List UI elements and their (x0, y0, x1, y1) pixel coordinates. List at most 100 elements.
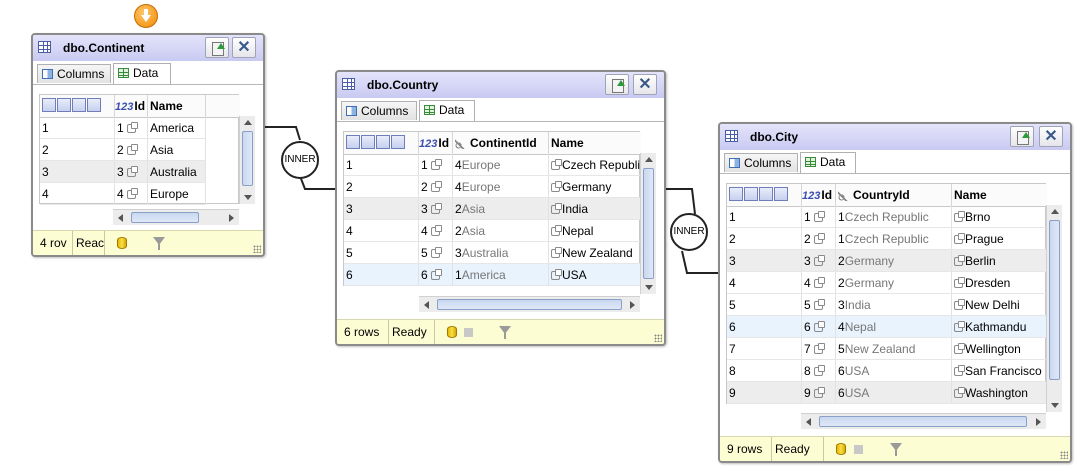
select-icon[interactable] (729, 187, 743, 201)
tab-data[interactable]: Data (419, 100, 475, 121)
horizontal-scrollbar[interactable] (419, 296, 640, 312)
city-header[interactable]: dbo.City ✕ (720, 124, 1070, 150)
tab-columns[interactable]: Columns (341, 101, 417, 120)
continent-query-table[interactable]: dbo.Continent ✕ Columns Data 123Id Name … (31, 33, 265, 257)
join-country-city[interactable]: INNER (670, 213, 708, 251)
scroll-down-icon[interactable] (645, 285, 653, 290)
scrollbar-thumb[interactable] (131, 212, 199, 223)
resize-grip[interactable] (654, 334, 662, 342)
database-icon[interactable] (117, 237, 127, 249)
scrollbar-thumb[interactable] (643, 168, 654, 279)
table-row[interactable]: 2 2 Asia (40, 139, 206, 161)
scroll-up-icon[interactable] (244, 120, 252, 125)
refresh-button[interactable] (1010, 126, 1034, 147)
scroll-right-icon[interactable] (630, 301, 635, 309)
scroll-left-icon[interactable] (424, 301, 429, 309)
close-button[interactable]: ✕ (633, 74, 657, 95)
sort-icon[interactable] (376, 135, 390, 149)
table-row[interactable]: 8 8 6USA San Francisco (727, 360, 1047, 382)
tab-data[interactable]: Data (113, 63, 171, 84)
arrow-down-icon[interactable] (134, 4, 158, 28)
grid-toolbar[interactable] (344, 132, 419, 154)
grid-toolbar[interactable] (727, 184, 802, 206)
table-row[interactable]: 2 2 4Europe Germany (344, 176, 641, 198)
join-continent-country[interactable]: INNER (281, 141, 319, 179)
scrollbar-thumb[interactable] (437, 299, 622, 310)
filter-icon[interactable] (153, 237, 165, 250)
vertical-scrollbar[interactable] (640, 153, 656, 294)
refresh-button[interactable] (605, 74, 629, 95)
table-row[interactable]: 4 4 2Asia Nepal (344, 220, 641, 242)
columns-fit-icon[interactable] (744, 187, 758, 201)
database-icon[interactable] (836, 443, 846, 455)
continent-grid[interactable]: 123Id Name 1 1 America 2 2 Asia 3 3 Aust… (39, 94, 240, 205)
vertical-scrollbar[interactable] (239, 116, 255, 204)
table-row[interactable]: 5 5 3Australia New Zealand (344, 242, 641, 264)
table-row[interactable]: 7 7 5New Zealand Wellington (727, 338, 1047, 360)
country-grid[interactable]: 123Id ContinentId Name 1 1 4Europe Czech… (343, 131, 641, 286)
table-row[interactable]: 1 1 America (40, 117, 206, 139)
grid-toolbar[interactable] (40, 95, 115, 117)
scroll-up-icon[interactable] (1051, 209, 1059, 214)
edit-icon[interactable] (774, 187, 788, 201)
table-row[interactable]: 9 9 6USA Washington (727, 382, 1047, 404)
scroll-left-icon[interactable] (118, 214, 123, 222)
table-row[interactable]: 1 1 1Czech Republic Brno (727, 206, 1047, 228)
table-row[interactable]: 3 3 Australia (40, 161, 206, 183)
edit-icon[interactable] (391, 135, 405, 149)
column-header-name[interactable]: Name (148, 95, 206, 117)
column-header-continentid[interactable]: ContinentId (453, 132, 549, 154)
scroll-down-icon[interactable] (1051, 403, 1059, 408)
table-row[interactable]: 1 1 4Europe Czech Republic (344, 154, 641, 176)
continent-header[interactable]: dbo.Continent ✕ (33, 35, 263, 61)
table-row[interactable]: 3 3 2Germany Berlin (727, 250, 1047, 272)
table-row[interactable]: 2 2 1Czech Republic Prague (727, 228, 1047, 250)
close-button[interactable]: ✕ (1039, 126, 1063, 147)
column-header-countryid[interactable]: CountryId (836, 184, 952, 206)
filter-icon[interactable] (890, 443, 902, 456)
column-header-name[interactable]: Name (549, 132, 641, 154)
column-header-name[interactable]: Name (952, 184, 1047, 206)
stop-icon[interactable] (854, 445, 863, 454)
scroll-down-icon[interactable] (244, 195, 252, 200)
table-row[interactable]: 6 6 1America USA (344, 264, 641, 286)
country-header[interactable]: dbo.Country ✕ (337, 72, 664, 98)
table-row[interactable]: 4 4 Europe (40, 183, 206, 205)
scrollbar-thumb[interactable] (242, 131, 253, 186)
column-header-id[interactable]: 123Id (115, 95, 148, 117)
tab-columns[interactable]: Columns (37, 64, 111, 83)
columns-fit-icon[interactable] (57, 98, 71, 112)
table-row[interactable]: 6 6 4Nepal Kathmandu (727, 316, 1047, 338)
columns-fit-icon[interactable] (361, 135, 375, 149)
edit-icon[interactable] (87, 98, 101, 112)
sort-icon[interactable] (759, 187, 773, 201)
stop-icon[interactable] (464, 328, 473, 337)
table-row[interactable]: 3 3 2Asia India (344, 198, 641, 220)
scroll-up-icon[interactable] (645, 157, 653, 162)
scroll-left-icon[interactable] (806, 418, 811, 426)
select-icon[interactable] (42, 98, 56, 112)
tab-data[interactable]: Data (800, 152, 856, 173)
horizontal-scrollbar[interactable] (113, 209, 239, 225)
scrollbar-thumb[interactable] (819, 416, 1027, 427)
select-icon[interactable] (346, 135, 360, 149)
scroll-right-icon[interactable] (229, 214, 234, 222)
resize-grip[interactable] (253, 245, 261, 253)
close-button[interactable]: ✕ (232, 37, 256, 58)
sort-icon[interactable] (72, 98, 86, 112)
city-grid[interactable]: 123Id CountryId Name 1 1 1Czech Republic… (726, 183, 1047, 404)
column-header-id[interactable]: 123Id (419, 132, 453, 154)
column-header-id[interactable]: 123Id (802, 184, 836, 206)
horizontal-scrollbar[interactable] (801, 413, 1046, 429)
scroll-right-icon[interactable] (1036, 418, 1041, 426)
table-row[interactable]: 4 4 2Germany Dresden (727, 272, 1047, 294)
resize-grip[interactable] (1060, 451, 1068, 459)
scrollbar-thumb[interactable] (1049, 220, 1060, 380)
database-icon[interactable] (447, 326, 457, 338)
table-row[interactable]: 5 5 3India New Delhi (727, 294, 1047, 316)
country-query-table[interactable]: dbo.Country ✕ Columns Data 123Id Contine… (335, 70, 666, 346)
filter-icon[interactable] (499, 326, 511, 339)
vertical-scrollbar[interactable] (1046, 205, 1062, 412)
tab-columns[interactable]: Columns (724, 153, 798, 172)
city-query-table[interactable]: dbo.City ✕ Columns Data 123Id CountryId … (718, 122, 1072, 463)
